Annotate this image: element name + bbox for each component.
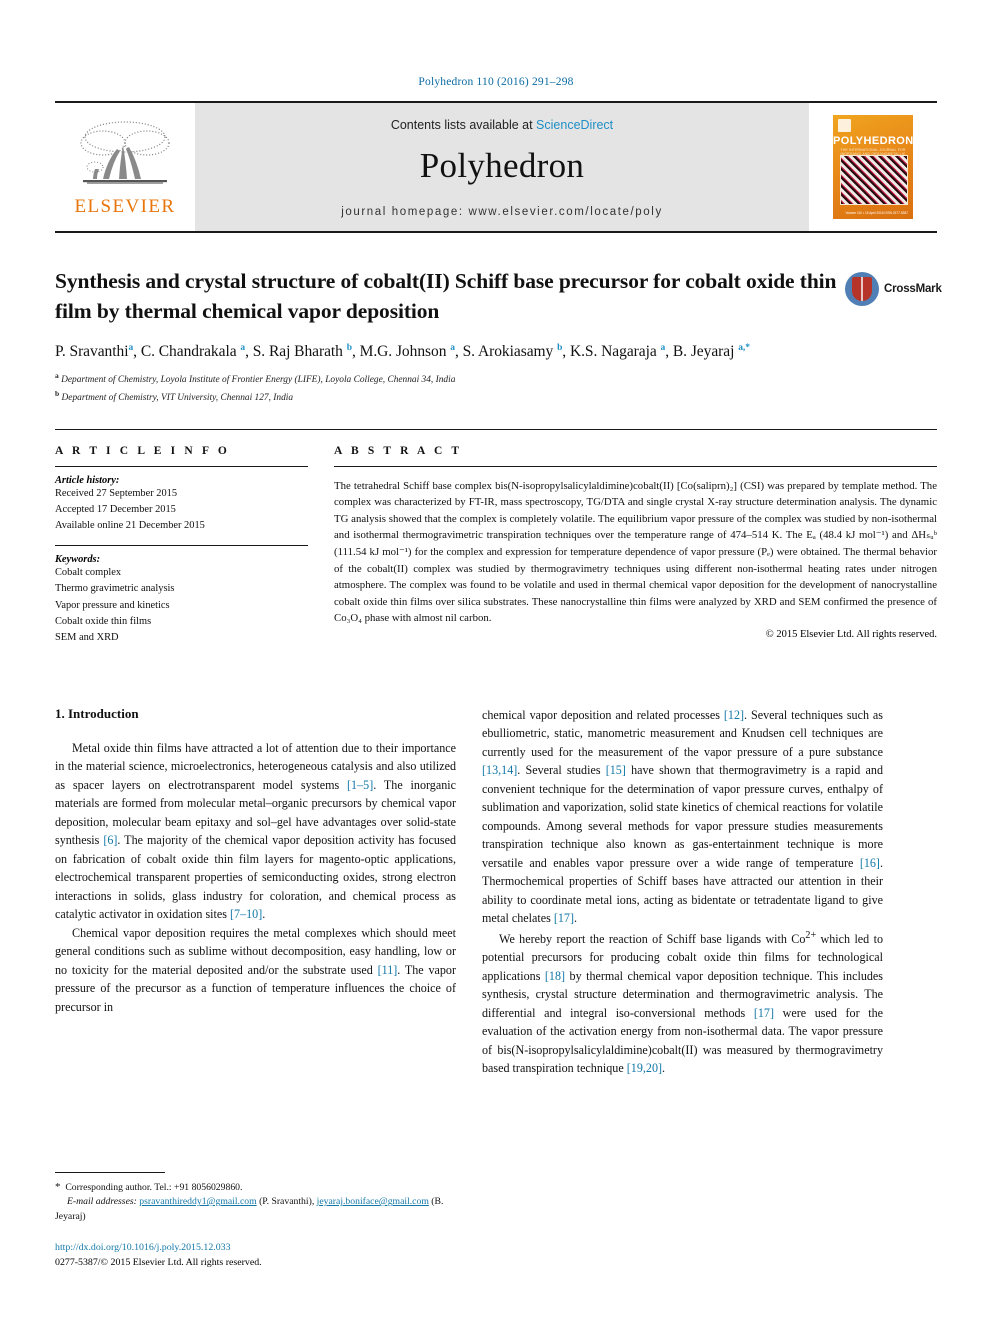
affiliation-mark: b bbox=[55, 388, 60, 398]
journal-homepage[interactable]: journal homepage: www.elsevier.com/locat… bbox=[341, 206, 663, 218]
corresponding-author-note: * Corresponding author. Tel.: +91 805602… bbox=[55, 1179, 456, 1196]
citation-ref[interactable]: [6] bbox=[103, 833, 117, 847]
author-affil-mark: a bbox=[450, 343, 455, 354]
issn-copyright-line: 0277-5387/© 2015 Elsevier Ltd. All right… bbox=[55, 1257, 262, 1269]
article-history-item: Available online 21 December 2015 bbox=[55, 520, 205, 532]
running-head: Polyhedron 110 (2016) 291–298 bbox=[418, 76, 574, 88]
corresponding-author-text: Corresponding author. Tel.: +91 80560298… bbox=[65, 1181, 243, 1193]
email-link[interactable]: psravanthireddy1@gmail.com bbox=[139, 1196, 256, 1207]
author-affil-mark: a bbox=[128, 343, 134, 354]
divider bbox=[334, 465, 937, 467]
email-label: E-mail addresses: bbox=[67, 1196, 137, 1208]
publisher-logo: ELSEVIER bbox=[55, 103, 195, 231]
crossmark-icon bbox=[845, 272, 879, 306]
article-info-heading: A R T I C L E I N F O bbox=[55, 444, 230, 457]
citation-ref[interactable]: [16] bbox=[860, 856, 880, 870]
cover-footer: Volume 110 • 15 April 2016 ISSN 0277-538… bbox=[845, 211, 908, 215]
body-column-left: 1. Introduction Metal oxide thin films h… bbox=[55, 706, 456, 1078]
doi-block: http://dx.doi.org/10.1016/j.poly.2015.12… bbox=[55, 1241, 456, 1271]
author-affil-mark: b bbox=[557, 343, 563, 354]
email-link[interactable]: jeyaraj.boniface@gmail.com bbox=[317, 1196, 429, 1207]
keyword-item: Cobalt complex bbox=[55, 567, 122, 579]
author-affil-mark: b bbox=[346, 343, 352, 354]
author-affil-mark: a bbox=[660, 343, 666, 354]
divider bbox=[55, 545, 308, 547]
citation-ref[interactable]: [17] bbox=[754, 1006, 774, 1020]
crossmark-label: CrossMark bbox=[884, 283, 942, 295]
keyword-item: Cobalt oxide thin films bbox=[55, 615, 152, 627]
citation-ref[interactable]: [12] bbox=[724, 708, 744, 722]
author-name: S. Raj Bharath bbox=[252, 343, 343, 361]
citation-ref[interactable]: [1–5] bbox=[347, 778, 373, 792]
elsevier-tree-icon bbox=[73, 117, 177, 195]
corresponding-author-mark: * bbox=[745, 343, 750, 354]
contents-prefix: Contents lists available at bbox=[390, 118, 537, 132]
author-affil-mark: a bbox=[240, 343, 246, 354]
body-column-right: chemical vapor deposition and related pr… bbox=[482, 706, 883, 1078]
citation-ref[interactable]: [11] bbox=[378, 963, 398, 977]
article-page: Polyhedron 110 (2016) 291–298 ELSEVIER C… bbox=[0, 0, 992, 1323]
citation-ref[interactable]: [19,20] bbox=[627, 1061, 662, 1075]
citation-ref[interactable]: [7–10] bbox=[230, 907, 262, 921]
citation-ref[interactable]: [18] bbox=[545, 969, 565, 983]
cover-elsevier-icon bbox=[838, 119, 851, 132]
affiliation-list: a Department of Chemistry, Loyola Instit… bbox=[55, 370, 937, 404]
section-heading-introduction: 1. Introduction bbox=[55, 705, 139, 721]
abstract-copyright: © 2015 Elsevier Ltd. All rights reserved… bbox=[765, 628, 937, 640]
cover-artwork bbox=[840, 155, 908, 205]
affiliation-mark: a bbox=[55, 371, 59, 381]
divider bbox=[55, 465, 308, 467]
elsevier-wordmark: ELSEVIER bbox=[74, 195, 176, 217]
citation-ref[interactable]: [13,14] bbox=[482, 763, 517, 777]
abstract-text: The tetrahedral Schiff base complex bis(… bbox=[334, 479, 937, 625]
journal-cover-image: POLYHEDRON THE INTERNATIONAL JOURNAL FOR… bbox=[833, 115, 913, 219]
email-owner: (P. Sravanthi) bbox=[259, 1196, 312, 1208]
author-name: B. Jeyaraj bbox=[672, 343, 735, 361]
contents-available-line: Contents lists available at ScienceDirec… bbox=[391, 118, 613, 132]
body-paragraph: chemical vapor deposition and related pr… bbox=[482, 707, 884, 926]
asterisk-icon: * bbox=[55, 1180, 61, 1193]
abstract-column: A B S T R A C T The tetrahedral Schiff b… bbox=[334, 445, 937, 646]
affiliation-text: Department of Chemistry, Loyola Institut… bbox=[61, 375, 456, 386]
footnote-divider bbox=[55, 1171, 165, 1173]
abstract-heading: A B S T R A C T bbox=[334, 444, 463, 457]
keyword-item: Vapor pressure and kinetics bbox=[55, 599, 170, 611]
body-columns: 1. Introduction Metal oxide thin films h… bbox=[55, 706, 937, 1078]
crossmark-badge[interactable]: CrossMark bbox=[845, 269, 942, 309]
affiliation-item: a Department of Chemistry, Loyola Instit… bbox=[55, 370, 937, 387]
author-name: M.G. Johnson bbox=[359, 343, 447, 361]
page-title: Synthesis and crystal structure of cobal… bbox=[55, 269, 837, 323]
affiliation-text: Department of Chemistry, VIT University,… bbox=[61, 392, 294, 403]
author-name: P. Sravanthi bbox=[55, 343, 129, 361]
author-name: C. Chandrakala bbox=[140, 343, 237, 361]
body-paragraph: Metal oxide thin films have attracted a … bbox=[55, 740, 456, 922]
affiliation-item: b Department of Chemistry, VIT Universit… bbox=[55, 388, 937, 405]
article-history-label: Article history: bbox=[55, 474, 120, 486]
doi-link[interactable]: http://dx.doi.org/10.1016/j.poly.2015.12… bbox=[55, 1241, 456, 1256]
keywords-label: Keywords: bbox=[55, 554, 101, 566]
journal-cover-wrap: POLYHEDRON THE INTERNATIONAL JOURNAL FOR… bbox=[809, 103, 937, 231]
journal-title: Polyhedron bbox=[419, 146, 585, 185]
article-info-column: A R T I C L E I N F O Article history: R… bbox=[55, 445, 308, 646]
article-history-item: Accepted 17 December 2015 bbox=[55, 504, 176, 516]
body-paragraph: We hereby report the reaction of Schiff … bbox=[482, 929, 883, 1076]
cover-title: POLYHEDRON bbox=[833, 135, 913, 147]
footnote-block: * Corresponding author. Tel.: +91 805602… bbox=[55, 1171, 456, 1271]
author-list: P. Sravanthia, C. Chandrakala a, S. Raj … bbox=[55, 343, 750, 361]
journal-banner: ELSEVIER Contents lists available at Sci… bbox=[55, 101, 937, 233]
article-history-item: Received 27 September 2015 bbox=[55, 487, 178, 499]
title-block: Synthesis and crystal structure of cobal… bbox=[55, 267, 942, 405]
author-name: S. Arokiasamy bbox=[462, 343, 554, 361]
info-abstract-section: A R T I C L E I N F O Article history: R… bbox=[55, 428, 937, 646]
body-paragraph: Chemical vapor deposition requires the m… bbox=[55, 925, 456, 1014]
email-note: E-mail addresses: psravanthireddy1@gmail… bbox=[55, 1196, 444, 1222]
author-name: K.S. Nagaraja bbox=[569, 343, 657, 361]
keyword-item: SEM and XRD bbox=[55, 631, 119, 643]
journal-banner-center: Contents lists available at ScienceDirec… bbox=[195, 103, 809, 231]
citation-ref[interactable]: [17] bbox=[554, 911, 574, 925]
keyword-item: Thermo gravimetric analysis bbox=[55, 583, 175, 595]
citation-ref[interactable]: [15] bbox=[606, 763, 626, 777]
sciencedirect-link[interactable]: ScienceDirect bbox=[536, 118, 613, 132]
